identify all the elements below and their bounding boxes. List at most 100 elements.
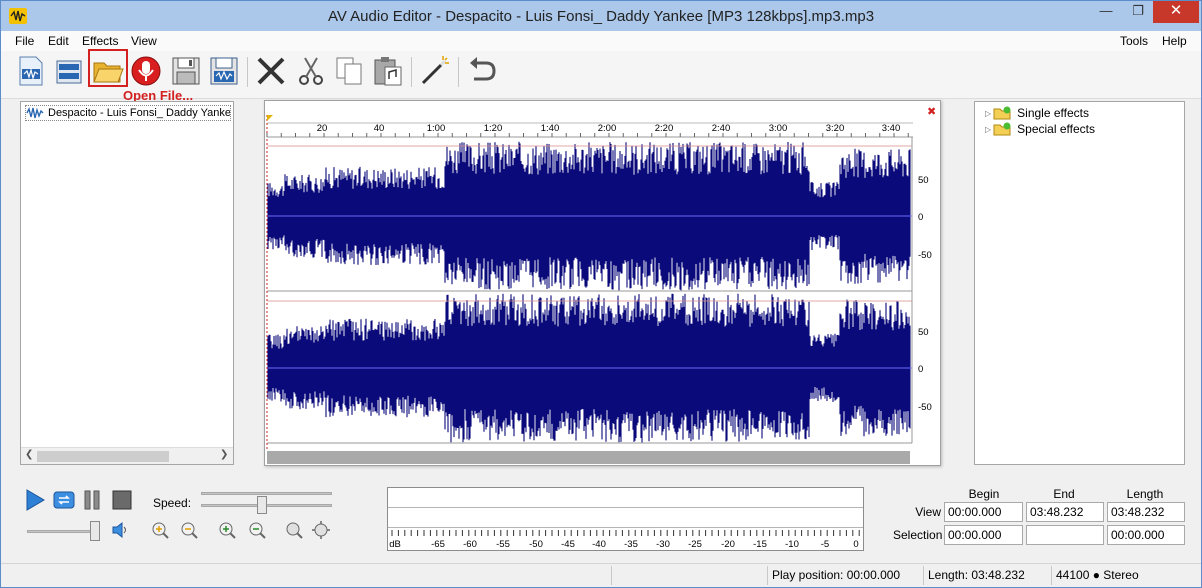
toolbar: Open File... <box>1 49 1201 103</box>
ruler-tick-label: 1:00 <box>426 123 446 134</box>
close-button[interactable]: ✕ <box>1153 1 1199 23</box>
db-scale-label: -10 <box>785 539 799 550</box>
folder-effects-icon <box>993 106 1011 120</box>
amplitude-label: 0 <box>918 364 924 375</box>
zoom-fit-icon[interactable] <box>311 520 331 540</box>
view-length-field[interactable]: 03:48.232 <box>1107 502 1185 522</box>
db-scale-label: -20 <box>721 539 735 550</box>
end-header: End <box>1053 487 1075 501</box>
undo-icon[interactable] <box>466 55 498 87</box>
audio-device-icon[interactable] <box>53 55 85 87</box>
menu-help[interactable]: Help <box>1162 34 1187 48</box>
zoom-in-vertical-icon[interactable] <box>151 521 169 539</box>
db-scale-label: -60 <box>463 539 477 550</box>
title-bar: AV Audio Editor - Despacito - Luis Fonsi… <box>1 1 1201 31</box>
play-icon[interactable] <box>25 489 45 511</box>
status-bar: Play position: 00:00.000 Length: 03:48.2… <box>1 563 1201 587</box>
ruler-tick-label: 2:40 <box>711 123 731 134</box>
folder-effects-icon <box>993 122 1011 136</box>
amplitude-label: 50 <box>918 175 929 186</box>
status-length: Length: 03:48.232 <box>923 566 1051 585</box>
view-end-field[interactable]: 03:48.232 <box>1026 502 1104 522</box>
ruler-tick-label: 3:40 <box>881 123 901 134</box>
waveform-panel[interactable]: ✖ 20 40 1:00 1:20 1:40 2:00 2:20 2:40 3:… <box>264 100 941 466</box>
toolbar-separator <box>247 57 248 87</box>
waveform-canvas[interactable] <box>265 101 942 467</box>
volume-slider-track[interactable] <box>27 530 97 533</box>
waveform-scrollbar[interactable] <box>267 451 910 464</box>
toolbar-separator <box>458 57 459 87</box>
tree-item-single-effects[interactable]: ▷ Single effects <box>985 106 1089 120</box>
db-unit-label: dB <box>389 539 401 550</box>
selection-row-label: Selection <box>893 528 943 542</box>
speed-slider-scale <box>201 492 332 495</box>
record-microphone-icon[interactable] <box>130 55 162 87</box>
db-scale-label: -35 <box>624 539 638 550</box>
zoom-out-vertical-icon[interactable] <box>180 521 198 539</box>
paste-icon[interactable] <box>372 55 404 87</box>
pause-icon[interactable] <box>83 489 101 511</box>
db-scale-label: -15 <box>753 539 767 550</box>
minimize-button[interactable]: — <box>1091 1 1121 23</box>
selection-length-field[interactable]: 00:00.000 <box>1107 525 1185 545</box>
ruler-tick-label: 20 <box>316 123 328 134</box>
tree-item-label: Special effects <box>1017 122 1095 136</box>
delete-icon[interactable] <box>255 55 287 87</box>
menu-effects[interactable]: Effects <box>82 34 118 48</box>
menu-edit[interactable]: Edit <box>48 34 69 48</box>
waveform-icon <box>26 107 44 119</box>
file-list-scrollbar[interactable]: ❮ ❯ <box>21 447 233 464</box>
level-meter-right <box>388 508 863 528</box>
zoom-out-icon[interactable] <box>246 521 266 539</box>
menu-file[interactable]: File <box>15 34 34 48</box>
ruler-tick-label: 40 <box>373 123 385 134</box>
ruler-tick-label: 1:40 <box>540 123 560 134</box>
file-list-item[interactable]: Despacito - Luis Fonsi_ Daddy Yankee <box>25 105 231 121</box>
tree-item-special-effects[interactable]: ▷ Special effects <box>985 122 1095 136</box>
save-as-icon[interactable] <box>208 55 240 87</box>
stop-icon[interactable] <box>111 489 133 511</box>
scrollbar-thumb[interactable] <box>37 451 169 462</box>
status-empty <box>611 566 767 585</box>
expand-icon[interactable]: ▷ <box>985 125 991 134</box>
open-file-highlight <box>88 49 128 87</box>
new-file-icon[interactable] <box>15 55 47 87</box>
selection-begin-field[interactable]: 00:00.000 <box>944 525 1023 545</box>
expand-icon[interactable]: ▷ <box>985 109 991 118</box>
speed-slider-thumb[interactable] <box>257 496 267 514</box>
speaker-icon[interactable] <box>111 521 129 539</box>
maximize-button[interactable]: ❐ <box>1123 1 1153 23</box>
copy-icon[interactable] <box>333 55 365 87</box>
level-scale-ticks <box>391 530 860 536</box>
db-scale-label: -55 <box>496 539 510 550</box>
time-ruler[interactable]: 20 40 1:00 1:20 1:40 2:00 2:20 2:40 3:00… <box>267 121 912 137</box>
status-play-position: Play position: 00:00.000 <box>767 566 923 585</box>
menu-tools[interactable]: Tools <box>1120 34 1148 48</box>
level-meter-left <box>388 488 863 508</box>
menu-bar: File Edit Effects View Tools Help <box>1 31 1201 51</box>
ruler-tick-label: 1:20 <box>483 123 503 134</box>
zoom-in-icon[interactable] <box>216 521 236 539</box>
db-scale-label: -25 <box>688 539 702 550</box>
loop-icon[interactable] <box>53 489 75 511</box>
length-header: Length <box>1126 487 1164 501</box>
save-icon[interactable] <box>170 55 202 87</box>
db-scale-label: -40 <box>592 539 606 550</box>
menu-view[interactable]: View <box>131 34 157 48</box>
amplitude-label: -50 <box>918 250 932 261</box>
scroll-left-icon[interactable]: ❮ <box>25 449 33 460</box>
toolbar-separator <box>411 57 412 87</box>
magic-wand-icon[interactable] <box>419 55 451 87</box>
ruler-tick-label: 2:20 <box>654 123 674 134</box>
volume-slider-thumb[interactable] <box>90 521 100 541</box>
scroll-right-icon[interactable]: ❯ <box>220 449 228 460</box>
file-list-panel: Despacito - Luis Fonsi_ Daddy Yankee ❮ ❯ <box>20 101 234 465</box>
selection-end-field[interactable] <box>1026 525 1104 545</box>
cut-icon[interactable] <box>295 55 327 87</box>
zoom-selection-icon[interactable] <box>283 521 303 539</box>
ruler-tick-label: 3:00 <box>768 123 788 134</box>
ruler-tick-label: 2:00 <box>597 123 617 134</box>
view-begin-field[interactable]: 00:00.000 <box>944 502 1023 522</box>
db-scale-label: 0 <box>853 539 859 550</box>
db-scale-label: -50 <box>529 539 543 550</box>
